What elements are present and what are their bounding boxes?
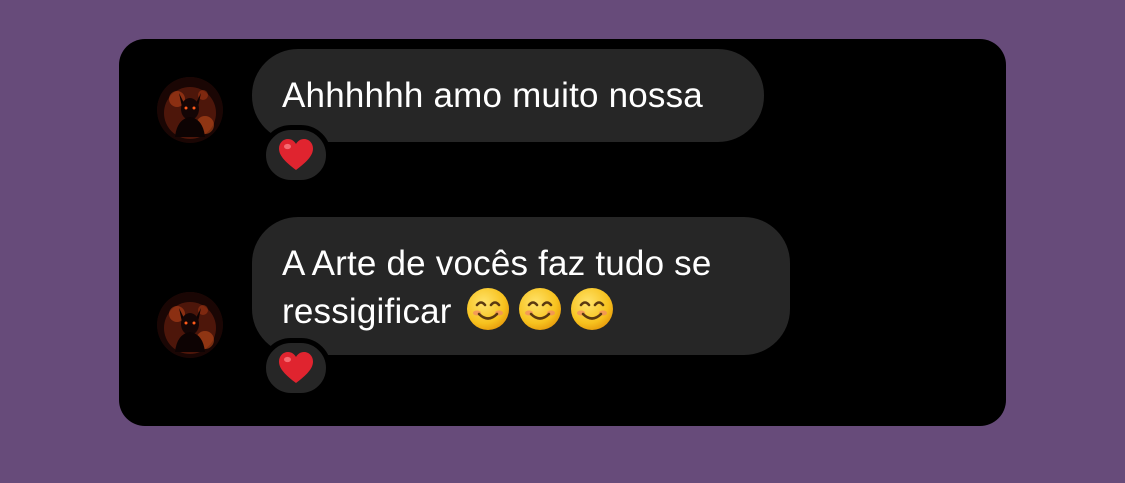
- heart-emoji-icon: [279, 352, 313, 383]
- message-text-line-2-words: ressigificar: [282, 292, 452, 331]
- smiling-face-emoji-icon: [466, 288, 509, 330]
- message-bubble[interactable]: Ahhhhhh amo muito nossa: [252, 49, 764, 142]
- reaction-badge[interactable]: [261, 338, 331, 398]
- smiling-face-emoji-icon: [570, 288, 613, 330]
- avatar-image: [157, 77, 223, 143]
- reaction-badge[interactable]: [261, 125, 331, 185]
- message-text: Ahhhhhh amo muito nossa: [282, 76, 703, 115]
- smiling-face-emoji-icon: [518, 288, 561, 330]
- message-text-line-2: ressigificar: [282, 287, 760, 335]
- sender-avatar[interactable]: [157, 292, 223, 358]
- chat-card: Ahhhhhh amo muito nossa A Arte de vocês …: [119, 39, 1006, 426]
- message-bubble[interactable]: A Arte de vocês faz tudo se ressigificar: [252, 217, 790, 355]
- message-text-line-1: A Arte de vocês faz tudo se: [282, 244, 712, 283]
- heart-emoji-icon: [279, 139, 313, 170]
- avatar-image: [157, 292, 223, 358]
- sender-avatar[interactable]: [157, 77, 223, 143]
